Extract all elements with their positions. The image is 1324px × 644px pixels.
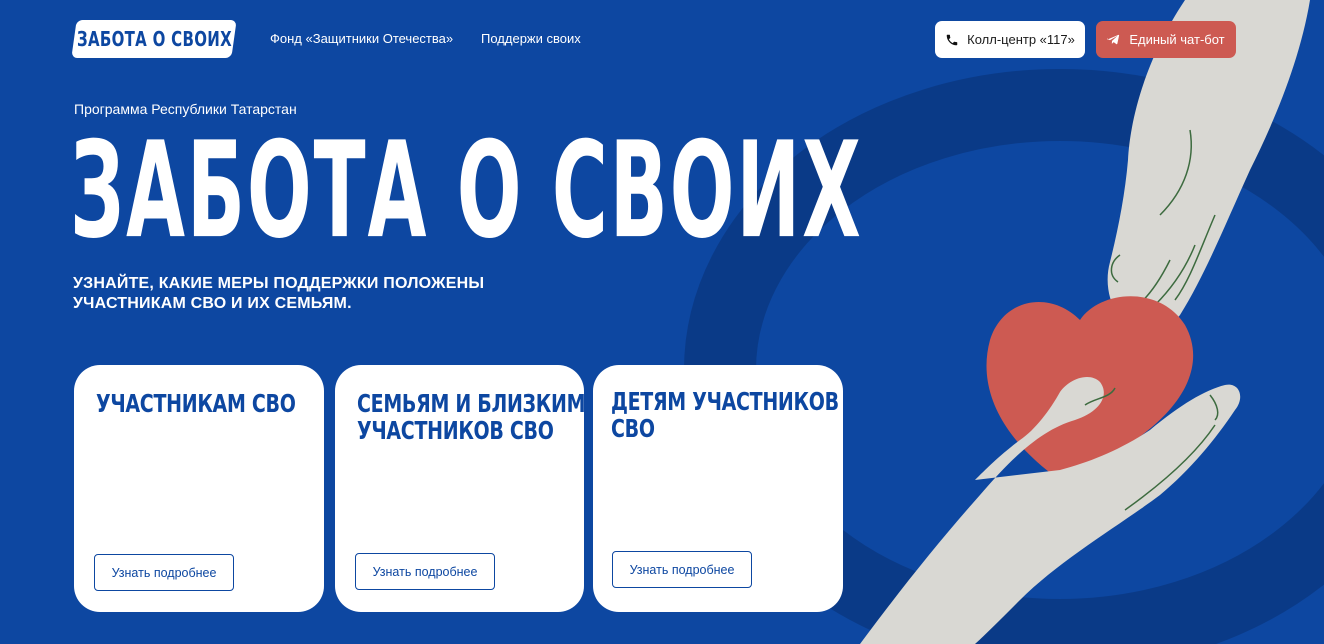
chatbot-label: Единый чат-бот: [1129, 32, 1225, 47]
card-title: Участникам СВО: [96, 389, 296, 419]
call-center-button[interactable]: Колл-центр «117»: [935, 21, 1085, 58]
card-title: Семьям и близким участников СВО: [357, 389, 586, 446]
hero-subtitle: УЗНАЙТЕ, КАКИЕ МЕРЫ ПОДДЕРЖКИ ПОЛОЖЕНЫ У…: [73, 275, 485, 312]
card-title: Детям участников СВО: [611, 387, 839, 444]
call-center-label: Колл-центр «117»: [967, 32, 1075, 47]
nav-link-fund[interactable]: Фонд «Защитники Отечества»: [270, 31, 453, 46]
learn-more-button[interactable]: Узнать подробнее: [612, 551, 752, 588]
card-children[interactable]: Детям участников СВО Узнать подробнее: [593, 365, 843, 612]
learn-more-button[interactable]: Узнать подробнее: [355, 553, 495, 590]
card-families[interactable]: Семьям и близким участников СВО Узнать п…: [335, 365, 585, 612]
learn-more-button[interactable]: Узнать подробнее: [94, 554, 234, 591]
hero-title-text: ЗАБОТА О СВОИХ: [70, 126, 863, 266]
hero-title: ЗАБОТА О СВОИХ: [70, 126, 870, 266]
nav-link-support[interactable]: Поддержи своих: [481, 31, 581, 46]
chatbot-button[interactable]: Единый чат-бот: [1096, 21, 1236, 58]
phone-icon: [946, 34, 958, 45]
telegram-icon: [1107, 34, 1120, 45]
program-label: Программа Республики Татарстан: [74, 101, 297, 117]
site-logo[interactable]: ЗАБОТА О СВОИХ: [71, 20, 237, 58]
logo-text: ЗАБОТА О СВОИХ: [76, 26, 232, 52]
card-participants[interactable]: Участникам СВО Узнать подробнее: [74, 365, 324, 612]
